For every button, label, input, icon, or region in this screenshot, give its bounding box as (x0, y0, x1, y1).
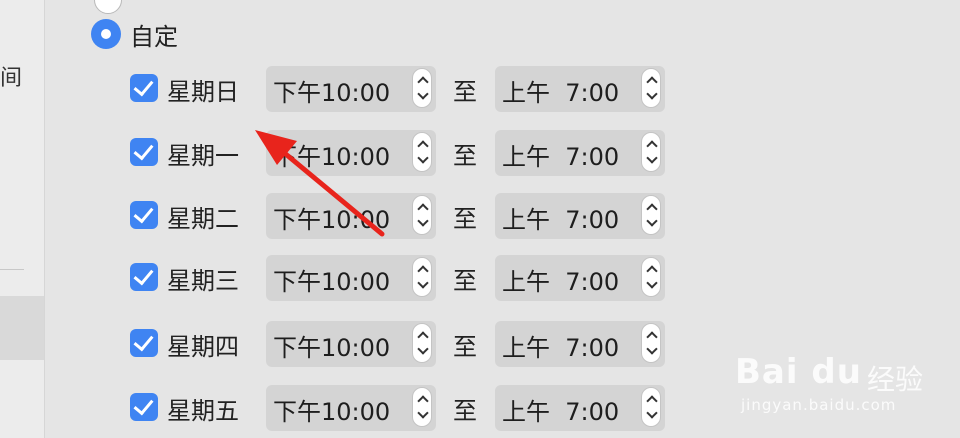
start-time-value: 下午10:00 (273, 268, 391, 296)
end-time-stepper[interactable] (641, 387, 661, 427)
chevron-down-icon (646, 407, 658, 419)
start-time-field[interactable]: 下午10:00 (266, 193, 436, 239)
start-time-field[interactable]: 下午10:00 (266, 66, 436, 112)
day-row-friday: 星期五 下午10:00 至 上午 7:00 (45, 385, 745, 431)
end-time-stepper[interactable] (641, 323, 661, 363)
chevron-up-icon (646, 331, 658, 343)
radio-dot-icon (101, 29, 111, 39)
sidebar-item-selected[interactable] (0, 296, 44, 360)
chevron-up-icon (417, 140, 429, 152)
radio-option-previous[interactable] (94, 0, 122, 14)
end-time-stepper[interactable] (641, 132, 661, 172)
chevron-up-icon (417, 265, 429, 277)
start-time-value: 下午10:00 (273, 79, 391, 107)
chevron-up-icon (417, 76, 429, 88)
to-label: 至 (453, 333, 477, 361)
to-label: 至 (453, 205, 477, 233)
checkbox-tuesday[interactable] (130, 201, 158, 229)
chevron-down-icon (417, 152, 429, 164)
chevron-up-icon (417, 395, 429, 407)
start-time-value: 下午10:00 (273, 143, 391, 171)
start-time-field[interactable]: 下午10:00 (266, 255, 436, 301)
chevron-up-icon (646, 395, 658, 407)
end-time-field[interactable]: 上午 7:00 (495, 66, 665, 112)
radio-custom[interactable] (91, 19, 121, 49)
end-time-stepper[interactable] (641, 195, 661, 235)
chevron-up-icon (646, 76, 658, 88)
start-time-stepper[interactable] (412, 257, 432, 297)
watermark-cn-text: 经验 (867, 363, 924, 396)
checkbox-friday[interactable] (130, 393, 158, 421)
radio-custom-label: 自定 (130, 23, 178, 51)
to-label: 至 (453, 397, 477, 425)
to-label: 至 (453, 78, 477, 106)
sidebar-item-label: 间 (0, 66, 23, 91)
chevron-down-icon (646, 277, 658, 289)
sidebar: 间 (0, 0, 45, 438)
start-time-field[interactable]: 下午10:00 (266, 130, 436, 176)
checkbox-monday[interactable] (130, 138, 158, 166)
end-time-field[interactable]: 上午 7:00 (495, 385, 665, 431)
start-time-stepper[interactable] (412, 132, 432, 172)
end-time-value: 上午 7:00 (502, 79, 620, 107)
to-label: 至 (453, 142, 477, 170)
checkbox-wednesday[interactable] (130, 263, 158, 291)
day-row-tuesday: 星期二 下午10:00 至 上午 7:00 (45, 193, 745, 239)
chevron-down-icon (417, 407, 429, 419)
day-label: 星期日 (167, 78, 239, 106)
day-label: 星期一 (167, 142, 239, 170)
chevron-up-icon (646, 140, 658, 152)
end-time-field[interactable]: 上午 7:00 (495, 321, 665, 367)
end-time-field[interactable]: 上午 7:00 (495, 255, 665, 301)
start-time-stepper[interactable] (412, 387, 432, 427)
day-label: 星期四 (167, 333, 239, 361)
day-row-wednesday: 星期三 下午10:00 至 上午 7:00 (45, 255, 745, 301)
day-row-monday: 星期一 下午10:00 至 上午 7:00 (45, 130, 745, 176)
chevron-down-icon (417, 343, 429, 355)
end-time-field[interactable]: 上午 7:00 (495, 193, 665, 239)
end-time-value: 上午 7:00 (502, 268, 620, 296)
chevron-up-icon (646, 265, 658, 277)
end-time-stepper[interactable] (641, 68, 661, 108)
chevron-up-icon (417, 331, 429, 343)
start-time-stepper[interactable] (412, 323, 432, 363)
chevron-up-icon (646, 203, 658, 215)
end-time-value: 上午 7:00 (502, 398, 620, 426)
to-label: 至 (453, 267, 477, 295)
day-label: 星期二 (167, 205, 239, 233)
watermark-logo: Bai du (735, 352, 862, 392)
baidu-jingyan-watermark: Bai du 经验 jingyan.baidu.com (735, 338, 945, 418)
chevron-down-icon (646, 88, 658, 100)
start-time-stepper[interactable] (412, 68, 432, 108)
end-time-value: 上午 7:00 (502, 206, 620, 234)
day-label: 星期三 (167, 267, 239, 295)
start-time-field[interactable]: 下午10:00 (266, 321, 436, 367)
chevron-down-icon (417, 215, 429, 227)
start-time-field[interactable]: 下午10:00 (266, 385, 436, 431)
checkbox-sunday[interactable] (130, 74, 158, 102)
end-time-stepper[interactable] (641, 257, 661, 297)
watermark-url: jingyan.baidu.com (741, 396, 897, 414)
sidebar-divider (0, 269, 24, 270)
chevron-down-icon (646, 215, 658, 227)
day-label: 星期五 (167, 397, 239, 425)
end-time-value: 上午 7:00 (502, 334, 620, 362)
chevron-down-icon (417, 277, 429, 289)
start-time-stepper[interactable] (412, 195, 432, 235)
chevron-down-icon (417, 88, 429, 100)
chevron-down-icon (646, 343, 658, 355)
chevron-down-icon (646, 152, 658, 164)
day-row-thursday: 星期四 下午10:00 至 上午 7:00 (45, 321, 745, 367)
day-row-sunday: 星期日 下午10:00 至 上午 7:00 (45, 66, 745, 112)
end-time-value: 上午 7:00 (502, 143, 620, 171)
chevron-up-icon (417, 203, 429, 215)
checkbox-thursday[interactable] (130, 329, 158, 357)
start-time-value: 下午10:00 (273, 334, 391, 362)
end-time-field[interactable]: 上午 7:00 (495, 130, 665, 176)
start-time-value: 下午10:00 (273, 398, 391, 426)
start-time-value: 下午10:00 (273, 206, 391, 234)
